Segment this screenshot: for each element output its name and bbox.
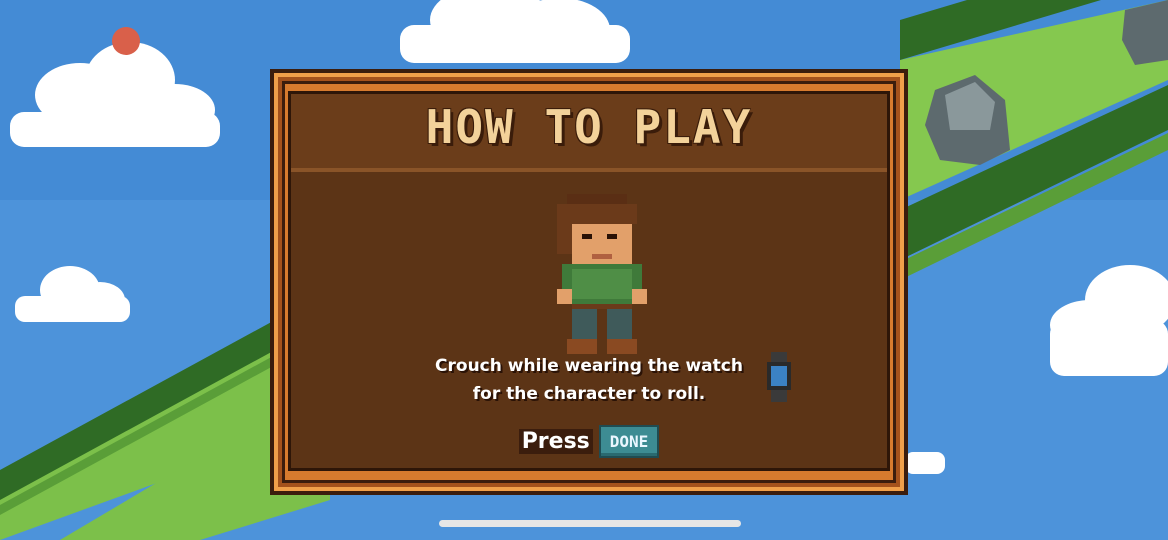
done-button[interactable]: DONE — [598, 425, 660, 458]
recording-indicator — [112, 27, 140, 55]
instruction-line-2: for the character to roll. — [472, 384, 706, 404]
how-to-play-dialog: HOW TO PLAY Crouch while wearing the wat… — [270, 69, 908, 495]
press-label: Press — [518, 429, 593, 454]
cloud — [905, 452, 945, 474]
smartwatch-icon — [767, 352, 791, 402]
home-indicator[interactable] — [439, 520, 741, 527]
title-band: HOW TO PLAY — [291, 94, 887, 172]
press-row: Press DONE — [291, 425, 887, 458]
instruction-text: Crouch while wearing the watch for the c… — [411, 352, 767, 408]
instruction-line-1: Crouch while wearing the watch — [435, 356, 743, 376]
cloud — [400, 0, 630, 63]
dialog-title: HOW TO PLAY — [425, 100, 753, 154]
dialog-body: HOW TO PLAY Crouch while wearing the wat… — [288, 91, 890, 471]
character-sprite-icon — [557, 194, 647, 354]
